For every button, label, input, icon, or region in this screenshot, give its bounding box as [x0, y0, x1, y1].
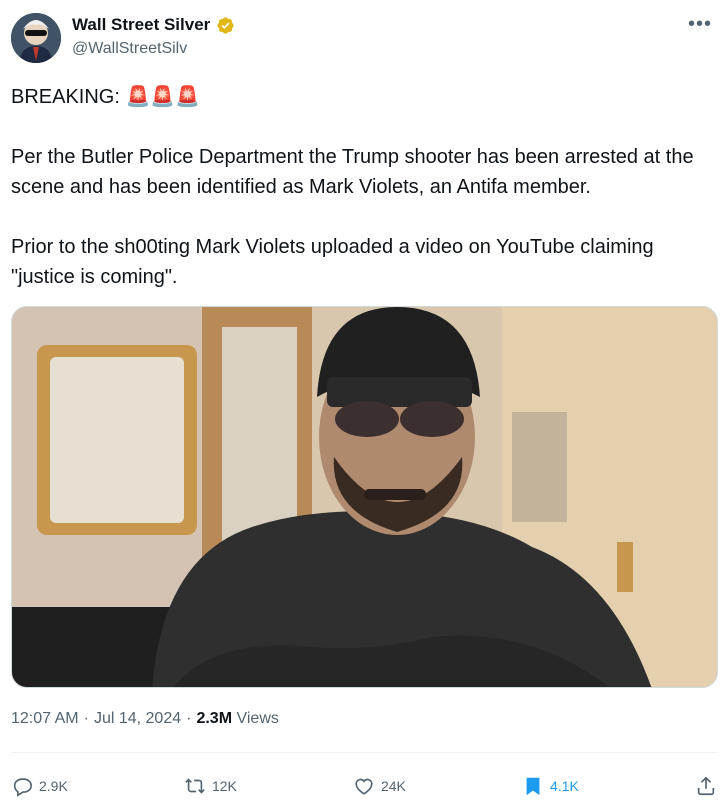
- heart-icon: [355, 778, 373, 795]
- more-options-icon[interactable]: •••: [688, 13, 712, 36]
- paragraph-1: Per the Butler Police Department the Tru…: [11, 146, 700, 198]
- divider: [11, 752, 717, 753]
- bookmark-count: 4.1K: [550, 778, 579, 794]
- author-handle[interactable]: @WallStreetSilv: [72, 40, 187, 58]
- bookmark-button[interactable]: 4.1K: [522, 775, 579, 797]
- share-button[interactable]: [695, 775, 717, 797]
- verified-badge-icon: [217, 16, 234, 34]
- reply-count: 2.9K: [39, 778, 68, 794]
- bookmark-icon: [526, 777, 540, 796]
- repost-icon: [185, 778, 205, 794]
- tweet-text: BREAKING: 🚨🚨🚨 Per the Butler Police Depa…: [11, 82, 721, 292]
- reply-button[interactable]: 2.9K: [11, 775, 68, 797]
- repost-button[interactable]: 12K: [184, 775, 237, 797]
- meta-separator: ·: [186, 710, 192, 727]
- views-label: Views: [236, 710, 279, 727]
- share-icon: [697, 776, 715, 796]
- views-number: 2.3M: [196, 710, 233, 727]
- meta-separator: ·: [83, 710, 89, 727]
- views-count: 2.3M Views: [196, 710, 278, 728]
- tweet-media-image[interactable]: [11, 306, 718, 688]
- media-photo: [12, 307, 717, 687]
- repost-count: 12K: [211, 778, 237, 794]
- author-name[interactable]: Wall Street Silver: [72, 15, 210, 35]
- paragraph-2: Prior to the sh00ting Mark Violets uploa…: [11, 236, 660, 288]
- reply-icon: [13, 778, 32, 797]
- like-count: 24K: [380, 778, 406, 794]
- avatar-image: [11, 13, 61, 63]
- action-bar: 2.9K 12K 24K 4.1K: [11, 768, 717, 804]
- breaking-line: BREAKING: 🚨🚨🚨: [11, 86, 201, 108]
- like-button[interactable]: 24K: [353, 775, 406, 797]
- tweet-header: Wall Street Silver @WallStreetSilv •••: [11, 11, 716, 67]
- avatar[interactable]: [11, 13, 61, 63]
- tweet-date[interactable]: Jul 14, 2024: [94, 710, 181, 728]
- tweet-time[interactable]: 12:07 AM: [11, 710, 79, 728]
- tweet-metadata: 12:07 AM · Jul 14, 2024 · 2.3M Views: [11, 710, 279, 728]
